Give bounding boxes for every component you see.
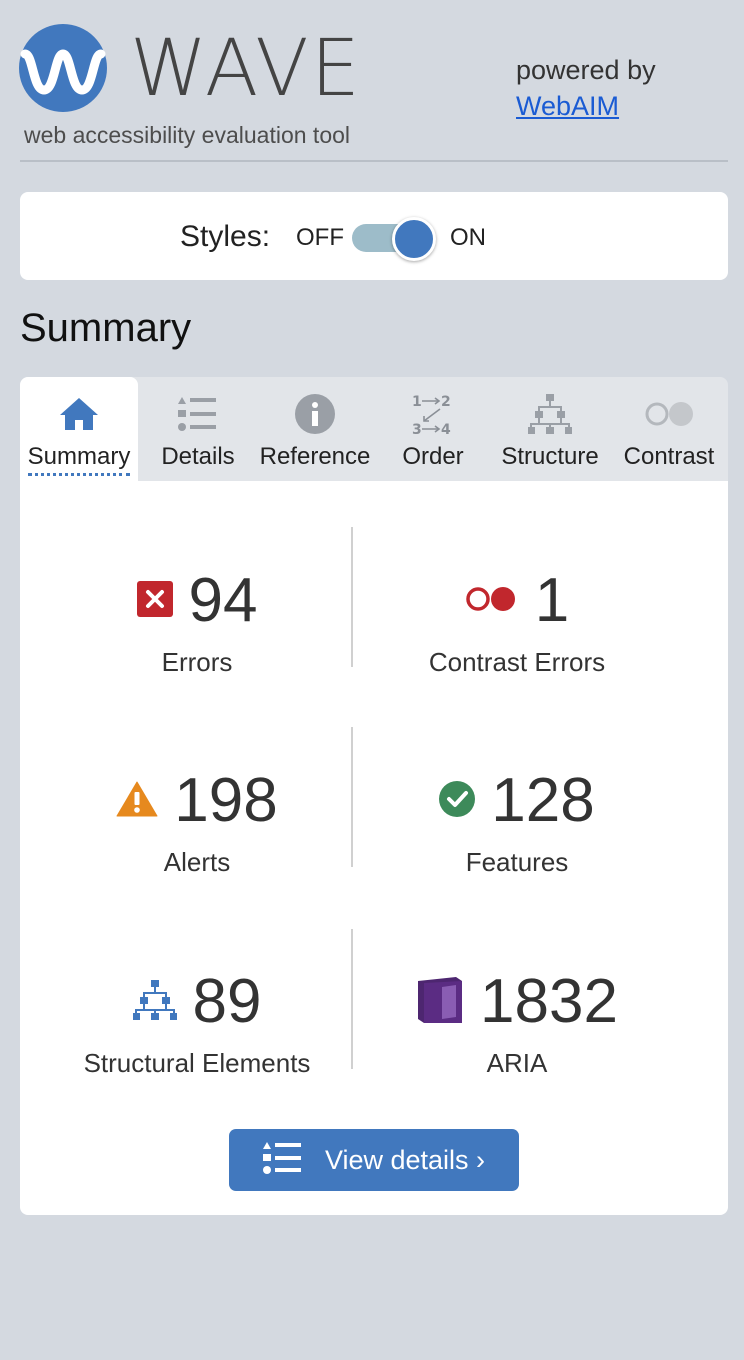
webaim-link[interactable]: WebAIM [516,90,619,122]
order-icon: 1 2 3 4 [411,391,455,437]
tab-structure[interactable]: Structure [492,377,608,481]
header-divider [20,160,728,162]
tab-label: Summary [27,443,131,476]
list-icon [262,1141,301,1179]
stat-aria[interactable]: 1832 ARIA [353,962,681,1079]
alerts-count: 198 [174,766,278,835]
contrast-error-icon [465,585,519,618]
error-icon [136,580,173,622]
alert-icon [116,781,158,822]
aria-label: ARIA [486,1048,548,1078]
features-count: 128 [491,766,595,835]
tab-order[interactable]: 1 2 3 4 Order [378,377,488,481]
tab-contrast[interactable]: Contrast [612,377,726,481]
features-label: Features [465,847,569,877]
page-title: Summary [20,306,192,350]
styles-toggle-card: Styles: OFF ON [20,192,728,280]
tagline: web accessibility evaluation tool [24,122,351,148]
structure-icon [528,391,572,437]
contrast-errors-count: 1 [534,566,570,635]
toggle-on-label: ON [450,224,486,251]
structural-label: Structural Elements [83,1048,311,1078]
powered-by-text: powered by [516,55,656,85]
stat-features[interactable]: 128 Features [353,761,681,878]
stat-errors[interactable]: 94 Errors [32,561,362,678]
tab-label: Order [402,443,464,470]
tab-bar: Summary Details Reference 1 2 3 4 Order … [20,377,728,481]
svg-text:1: 1 [412,394,422,410]
contrast-icon [643,391,695,437]
svg-text:4: 4 [441,422,451,436]
aria-count: 1832 [480,967,618,1036]
tab-details[interactable]: Details [142,377,254,481]
stat-structural-elements[interactable]: 89 Structural Elements [32,962,362,1079]
errors-count: 94 [188,566,258,635]
toggle-off-label: OFF [296,224,344,251]
aria-icon [416,975,464,1030]
structure-icon [132,979,177,1025]
view-details-button[interactable]: View details › [229,1129,519,1191]
view-details-label: View details › [324,1144,486,1175]
tab-label: Contrast [623,443,715,470]
contrast-errors-label: Contrast Errors [428,647,606,677]
tab-reference[interactable]: Reference [254,377,376,481]
svg-text:3: 3 [412,422,422,436]
header: WAVE web accessibility evaluation tool p… [0,0,744,190]
feature-icon [439,780,476,822]
svg-text:2: 2 [441,394,451,410]
tab-label: Structure [501,443,599,470]
tab-summary[interactable]: Summary [20,377,138,481]
errors-label: Errors [161,647,233,677]
stat-alerts[interactable]: 198 Alerts [32,761,362,878]
alerts-label: Alerts [163,847,231,877]
info-icon [295,391,335,437]
summary-panel: 94 Errors 1 Contrast Errors 198 Alerts 1… [20,481,728,1215]
home-icon [58,391,100,437]
logo-wordmark: WAVE [130,24,362,114]
tab-label: Reference [259,443,371,470]
styles-toggle-knob[interactable] [392,217,436,261]
structural-count: 89 [192,967,262,1036]
list-icon [178,391,218,437]
tab-label: Details [161,443,235,470]
stat-contrast-errors[interactable]: 1 Contrast Errors [353,561,681,678]
wave-logo-icon [19,24,107,112]
styles-label: Styles: [180,220,271,253]
